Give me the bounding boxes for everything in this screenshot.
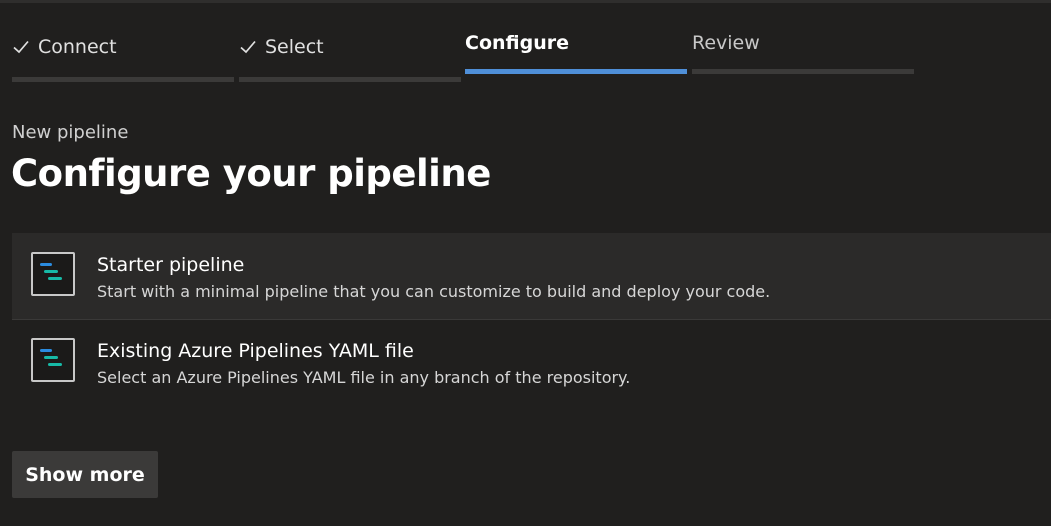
step-select-label: Select [265,36,324,58]
step-select-progress-bar [239,77,461,82]
option-starter-pipeline[interactable]: Starter pipeline Start with a minimal pi… [12,233,1051,320]
step-configure-label: Configure [465,32,569,54]
step-review-label: Review [692,32,760,54]
option-title: Starter pipeline [97,254,245,276]
step-connect-label: Connect [38,36,117,58]
option-existing-yaml[interactable]: Existing Azure Pipelines YAML file Selec… [12,319,1051,405]
step-connect-progress-bar [12,77,234,82]
show-more-button[interactable]: Show more [12,451,158,498]
option-title: Existing Azure Pipelines YAML file [97,340,414,362]
pipeline-yaml-icon [31,338,75,382]
step-select-header: Select [239,36,324,58]
page-title: Configure your pipeline [11,152,491,195]
step-configure-header: Configure [465,32,569,54]
step-review-header: Review [692,32,760,54]
step-review-progress-bar [692,69,914,74]
option-description: Start with a minimal pipeline that you c… [97,282,771,301]
check-icon [240,40,256,54]
step-connect-header: Connect [12,36,117,58]
option-description: Select an Azure Pipelines YAML file in a… [97,368,631,387]
check-icon [13,40,29,54]
wizard-stepper: Connect Select Configure Review [12,0,922,90]
step-configure-progress-bar [465,69,687,74]
pipeline-yaml-icon [31,252,75,296]
page-subtitle: New pipeline [12,122,129,143]
